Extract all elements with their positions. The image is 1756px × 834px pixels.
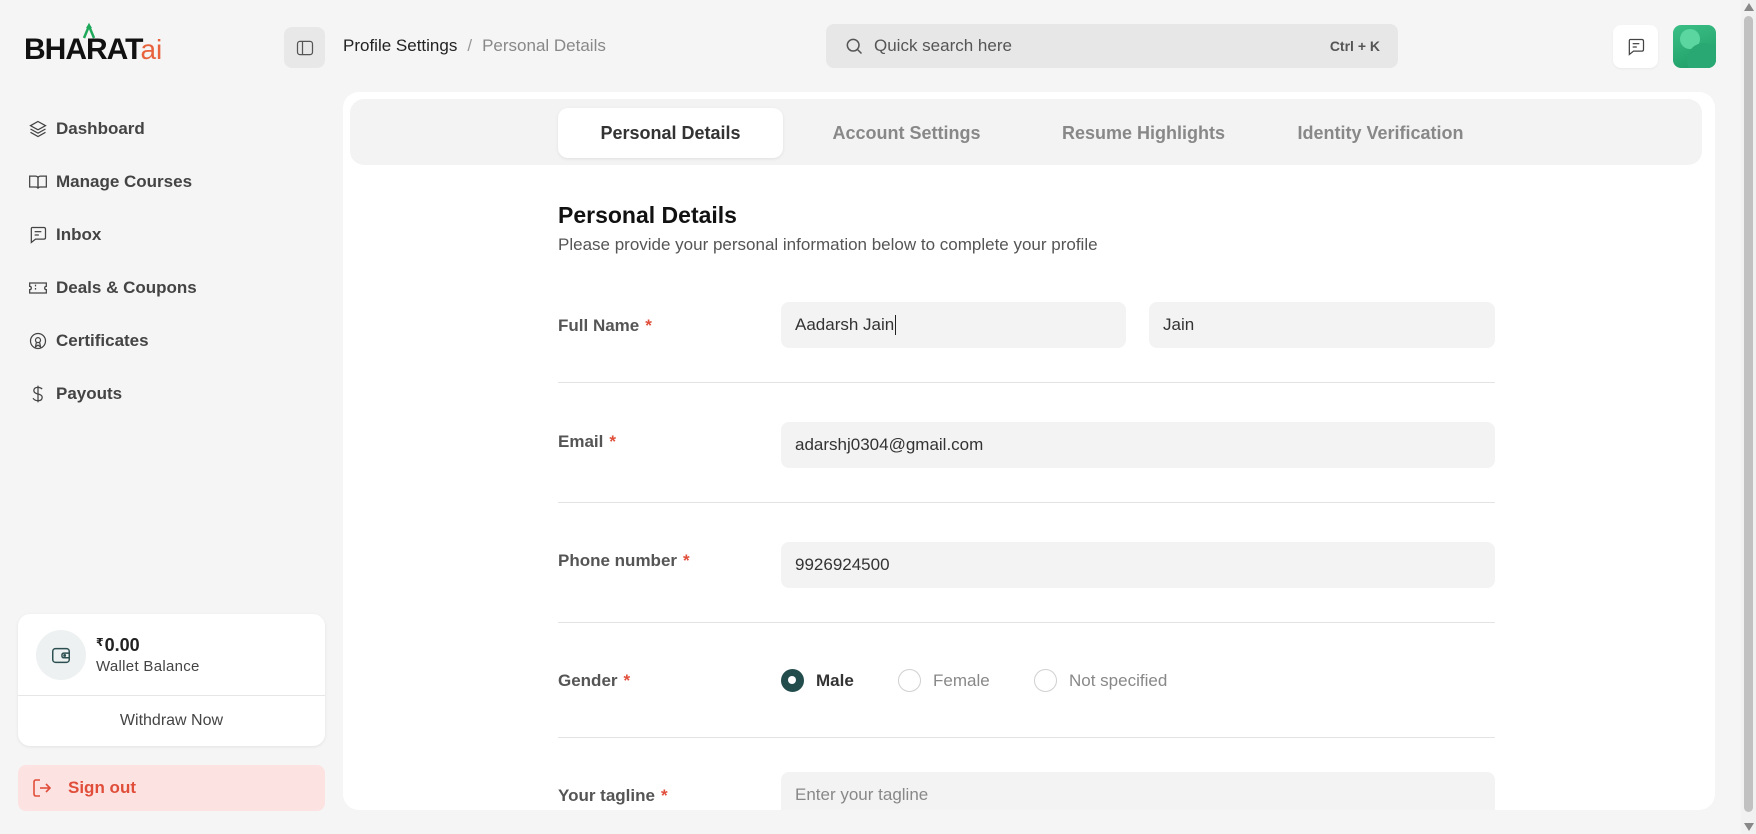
book-icon — [28, 172, 48, 192]
gender-label: Gender * — [558, 671, 630, 691]
sidebar: BHARAT ai Dashboard Manage Courses Inbox… — [0, 0, 340, 834]
email-label: Email * — [558, 432, 616, 452]
section-subtitle: Please provide your personal information… — [558, 235, 1098, 254]
breadcrumb-current: Personal Details — [482, 36, 606, 55]
required-mark: * — [660, 786, 668, 805]
tabs-bar: Personal Details Account Settings Resume… — [350, 99, 1702, 165]
radio-label: Male — [816, 670, 854, 690]
phone-label-text: Phone number — [558, 551, 678, 570]
radio-dot — [898, 669, 921, 692]
breadcrumb-profile-settings[interactable]: Profile Settings — [343, 36, 457, 56]
required-mark: * — [645, 316, 652, 335]
radio-dot — [1034, 669, 1057, 692]
radio-label: Not specified — [1069, 670, 1168, 690]
first-name-field[interactable]: Aadarsh Jain — [781, 302, 1126, 348]
sign-out-label: Sign out — [68, 778, 136, 797]
sidebar-item-label: Payouts — [56, 383, 123, 403]
sign-out-button[interactable]: Sign out — [18, 765, 325, 811]
sidebar-item-label: Deals & Coupons — [56, 277, 197, 297]
gender-radio-male[interactable]: Male — [781, 669, 854, 692]
sidebar-item-certificates[interactable]: Certificates — [28, 314, 197, 367]
main-content: Personal Details Account Settings Resume… — [343, 92, 1715, 810]
dollar-icon — [28, 384, 48, 404]
search-shortcut: Ctrl + K — [1329, 38, 1380, 54]
tab-resume-highlights[interactable]: Resume Highlights — [1031, 108, 1256, 158]
breadcrumb: Profile Settings / Personal Details — [343, 36, 606, 56]
gender-radio-female[interactable]: Female — [898, 669, 990, 692]
wallet-card: ₹0.00 Wallet Balance Withdraw Now — [18, 614, 325, 746]
search-input[interactable]: Quick search here Ctrl + K — [826, 24, 1398, 68]
tab-account-settings[interactable]: Account Settings — [794, 108, 1019, 158]
wallet-amount: ₹0.00 — [96, 635, 200, 656]
gender-label-text: Gender — [558, 671, 618, 690]
logo-arrow-icon — [82, 22, 96, 39]
section-title: Personal Details — [558, 202, 737, 228]
sidebar-item-dashboard[interactable]: Dashboard — [28, 102, 197, 155]
search-placeholder: Quick search here — [874, 36, 1012, 55]
divider — [558, 737, 1495, 738]
divider — [558, 622, 1495, 623]
avatar[interactable] — [1673, 25, 1716, 68]
tagline-label-text: Your tagline — [558, 786, 655, 805]
layers-icon — [28, 119, 48, 139]
sidebar-item-label: Inbox — [56, 224, 102, 244]
email-field[interactable]: adarshj0304@gmail.com — [781, 422, 1495, 468]
bharat-ai-logo[interactable]: BHARAT ai — [24, 22, 163, 68]
certificate-icon — [28, 331, 48, 351]
scroll-up-arrow-icon[interactable] — [1744, 3, 1754, 11]
sign-out-icon — [33, 779, 52, 797]
divider — [558, 382, 1495, 383]
radio-dot — [781, 669, 804, 692]
wallet-amount-value: 0.00 — [104, 634, 140, 655]
tagline-label: Your tagline * — [558, 786, 668, 806]
tab-personal-details[interactable]: Personal Details — [558, 108, 783, 158]
scroll-down-arrow-icon[interactable] — [1744, 823, 1754, 831]
sidebar-toggle-icon — [296, 40, 313, 55]
scroll-thumb[interactable] — [1744, 16, 1753, 812]
wallet-label: Wallet Balance — [96, 657, 200, 675]
email-value: adarshj0304@gmail.com — [795, 435, 984, 454]
breadcrumb-separator: / — [467, 36, 473, 55]
text-caret — [895, 315, 897, 335]
message-icon — [28, 225, 48, 245]
scrollbar[interactable] — [1741, 0, 1756, 834]
withdraw-button[interactable]: Withdraw Now — [18, 696, 325, 745]
sidebar-nav: Dashboard Manage Courses Inbox Deals & C… — [28, 102, 197, 420]
messages-button[interactable] — [1613, 25, 1658, 68]
search-icon — [846, 38, 863, 55]
sidebar-item-label: Dashboard — [56, 118, 145, 138]
sidebar-toggle-button[interactable] — [284, 27, 325, 68]
tagline-placeholder: Enter your tagline — [795, 785, 929, 804]
full-name-label: Full Name * — [558, 316, 652, 336]
required-mark: * — [683, 551, 690, 570]
required-mark: * — [623, 671, 631, 690]
phone-label: Phone number * — [558, 551, 690, 571]
wallet-summary: ₹0.00 Wallet Balance — [18, 614, 325, 696]
sidebar-item-deals-coupons[interactable]: Deals & Coupons — [28, 261, 197, 314]
tagline-field[interactable]: Enter your tagline — [781, 772, 1495, 810]
sidebar-item-inbox[interactable]: Inbox — [28, 208, 197, 261]
tab-identity-verification[interactable]: Identity Verification — [1268, 108, 1493, 158]
radio-label: Female — [933, 670, 990, 690]
required-mark: * — [609, 432, 616, 451]
sidebar-item-label: Certificates — [56, 330, 149, 350]
ticket-icon — [28, 278, 48, 298]
sidebar-item-manage-courses[interactable]: Manage Courses — [28, 155, 197, 208]
divider — [558, 502, 1495, 503]
last-name-value: Jain — [1163, 315, 1195, 334]
logo-ai-text: ai — [140, 34, 163, 65]
wallet-icon — [36, 629, 86, 680]
full-name-label-text: Full Name — [558, 316, 640, 335]
avatar-body-shape — [1687, 43, 1716, 68]
email-label-text: Email — [558, 432, 604, 451]
sidebar-item-payouts[interactable]: Payouts — [28, 367, 197, 420]
first-name-value: Aadarsh Jain — [795, 315, 895, 334]
last-name-field[interactable]: Jain — [1149, 302, 1495, 348]
phone-field[interactable]: 9926924500 — [781, 542, 1495, 588]
message-icon — [1628, 38, 1644, 56]
gender-radio-not-specified[interactable]: Not specified — [1034, 669, 1167, 692]
sidebar-item-label: Manage Courses — [56, 171, 193, 191]
currency-symbol: ₹ — [96, 636, 104, 649]
phone-value: 9926924500 — [795, 555, 890, 574]
